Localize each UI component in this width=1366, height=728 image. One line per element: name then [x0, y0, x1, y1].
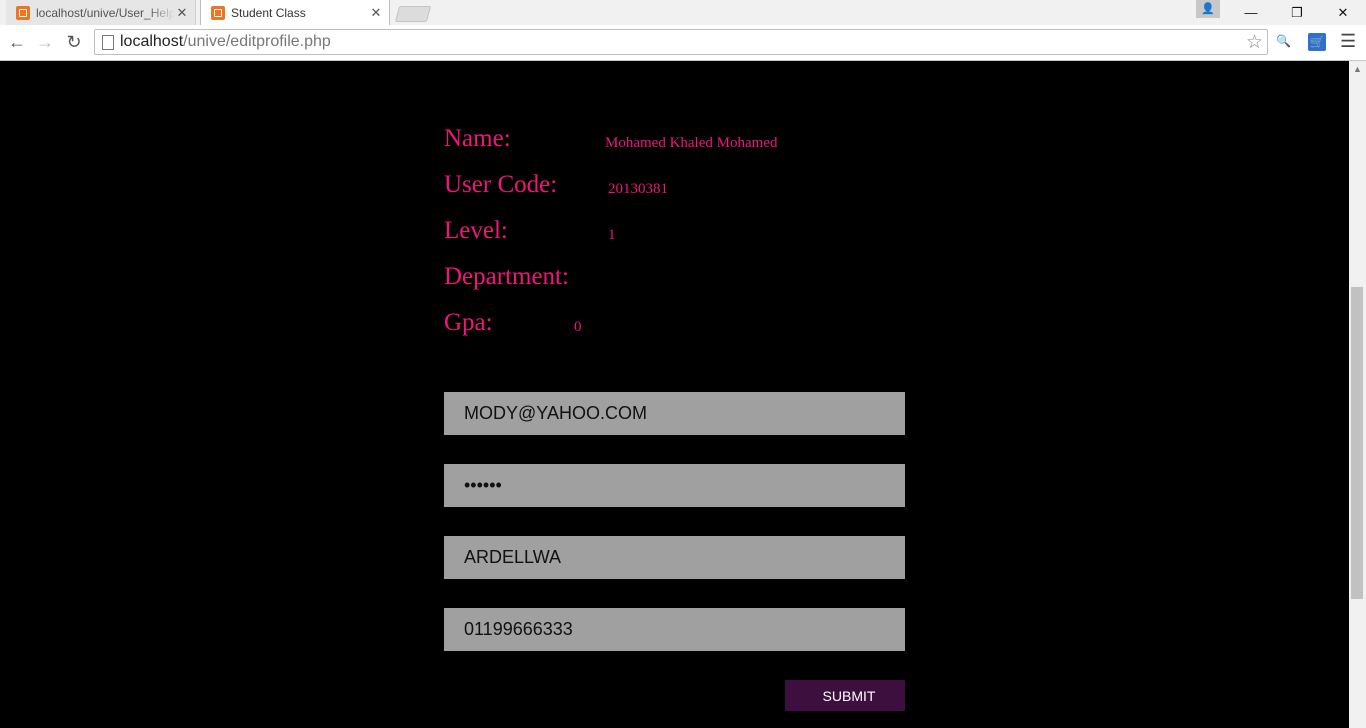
- close-tab-icon[interactable]: ✕: [369, 5, 383, 21]
- page-icon: [102, 35, 114, 50]
- minimize-icon[interactable]: —: [1228, 0, 1274, 25]
- user-code-value: 20130381: [608, 181, 668, 197]
- tab-title: localhost/unive/User_Help: [36, 5, 175, 20]
- gpa-label: Gpa:: [444, 309, 493, 336]
- level-label: Level:: [444, 217, 508, 244]
- name-label: Name:: [444, 125, 511, 152]
- url-path: /unive/editprofile.php: [183, 33, 331, 50]
- xampp-favicon-icon: [16, 5, 30, 20]
- scrollbar-thumb[interactable]: [1351, 287, 1363, 599]
- xampp-favicon-icon: [211, 5, 225, 20]
- browser-toolbar: ← → ↻ localhost/unive/editprofile.php ☆: [0, 25, 1366, 61]
- reload-icon[interactable]: ↻: [62, 30, 86, 54]
- gpa-value: 0: [574, 319, 582, 335]
- email-field[interactable]: [444, 392, 905, 435]
- submit-button[interactable]: SUBMIT: [785, 680, 905, 711]
- back-arrow-icon[interactable]: ←: [5, 30, 29, 54]
- tab-title: Student Class: [231, 5, 306, 20]
- bookmark-star-icon[interactable]: ☆: [1246, 31, 1263, 54]
- department-label: Department:: [444, 263, 569, 290]
- address-field[interactable]: [444, 536, 905, 579]
- new-tab-button[interactable]: [394, 6, 432, 22]
- user-code-label: User Code:: [444, 171, 558, 198]
- name-value: Mohamed Khaled Mohamed: [605, 135, 778, 151]
- window-controls: — ❐ ✕: [1228, 0, 1366, 25]
- tab-strip: localhost/unive/User_Help ✕ Student Clas…: [0, 0, 1366, 25]
- url-host: localhost: [120, 33, 184, 50]
- menu-icon[interactable]: ☰: [1340, 31, 1356, 52]
- cart-extension-icon[interactable]: 🛒: [1308, 33, 1326, 51]
- restore-icon[interactable]: ❐: [1274, 0, 1320, 25]
- level-value: 1: [608, 227, 616, 243]
- forward-arrow-icon[interactable]: →: [33, 30, 57, 54]
- address-bar[interactable]: localhost/unive/editprofile.php ☆: [94, 29, 1268, 55]
- scroll-up-arrow-icon[interactable]: ▲: [1353, 64, 1362, 74]
- phone-field[interactable]: [444, 608, 905, 651]
- search-extension-icon[interactable]: 🔍: [1276, 34, 1291, 48]
- profile-icon[interactable]: 👤: [1196, 0, 1220, 18]
- close-tab-icon[interactable]: ✕: [175, 5, 189, 21]
- url-text: localhost/unive/editprofile.php: [120, 33, 331, 51]
- tab-user-help[interactable]: localhost/unive/User_Help ✕: [6, 0, 196, 25]
- password-field[interactable]: [444, 464, 905, 507]
- close-window-icon[interactable]: ✕: [1320, 0, 1366, 25]
- tab-student-class[interactable]: Student Class ✕: [200, 0, 390, 25]
- scrollbar[interactable]: ▲: [1349, 61, 1366, 728]
